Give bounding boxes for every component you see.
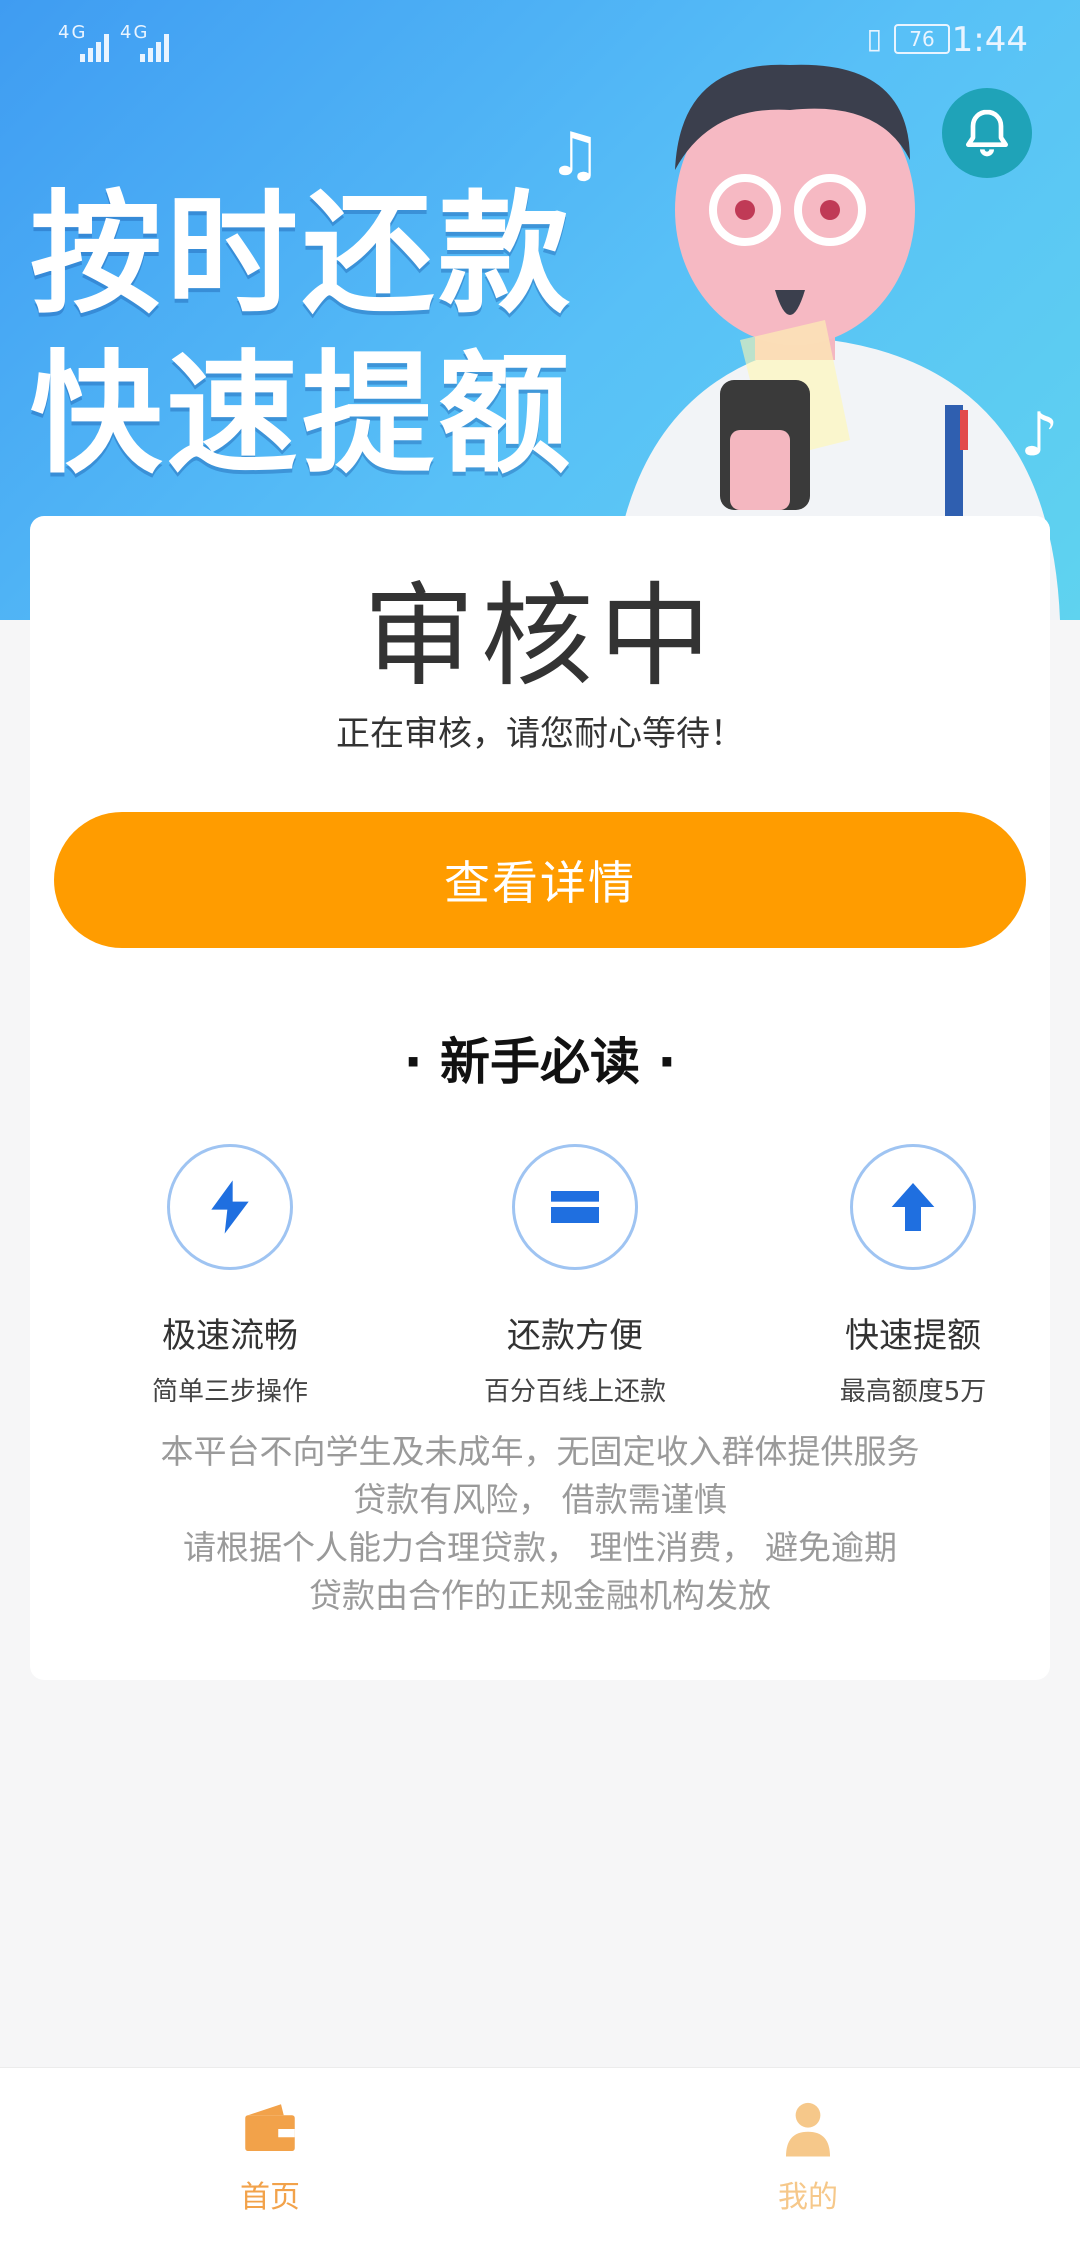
- tab-home[interactable]: 首页: [170, 2096, 370, 2216]
- review-status-subtitle: 正在审核，请您耐心等待！: [336, 714, 744, 754]
- risk-notice: 本平台不向学生及未成年，无固定收入群体提供服务 贷款有风险， 借款需谨慎 请根据…: [30, 1428, 1050, 1620]
- feature-limit[interactable]: 快速提额 最高额度5万: [763, 1144, 1063, 1408]
- banner-headline-2: 快速提额: [30, 338, 574, 492]
- wallet-icon: [245, 2104, 295, 2151]
- vibrate-icon: ▯: [866, 22, 882, 55]
- feature-icon-circle: [512, 1144, 638, 1270]
- card-icon: [551, 1191, 599, 1223]
- tab-mine[interactable]: 我的: [708, 2096, 908, 2216]
- signal-strength-icon: [80, 24, 112, 62]
- status-card: 审核中 正在审核，请您耐心等待！ 查看详情 · 新手必读 · 极速流畅 简单三步…: [30, 516, 1050, 1680]
- feature-icon-circle: [850, 1144, 976, 1270]
- bell-icon: [966, 109, 1008, 157]
- review-status-title: 审核中: [363, 572, 717, 702]
- lightning-icon: [211, 1180, 249, 1234]
- feature-name: 快速提额: [845, 1316, 981, 1356]
- tab-mine-label: 我的: [778, 2180, 838, 2215]
- arrow-up-icon: [891, 1183, 935, 1231]
- signal-strength-icon: [140, 24, 172, 62]
- notice-line: 贷款由合作的正规金融机构发放: [309, 1576, 771, 1615]
- feature-name: 还款方便: [507, 1316, 643, 1356]
- banner-headline-1: 按时还款: [30, 178, 574, 332]
- view-details-button[interactable]: 查看详情: [54, 812, 1026, 948]
- notice-line: 请根据个人能力合理贷款， 理性消费， 避免逾期: [183, 1528, 897, 1567]
- status-bar: 4G 4G ▯ 76 1:44: [0, 0, 1080, 80]
- notification-bell-button[interactable]: [942, 88, 1032, 178]
- notice-line: 贷款有风险， 借款需谨慎: [353, 1480, 727, 1519]
- feature-desc: 百分百线上还款: [483, 1377, 666, 1407]
- feature-repay[interactable]: 还款方便 百分百线上还款: [425, 1144, 725, 1408]
- feature-name: 极速流畅: [162, 1316, 298, 1356]
- user-icon: [786, 2102, 830, 2157]
- feature-fast[interactable]: 极速流畅 简单三步操作: [80, 1144, 380, 1408]
- clock: 1:44: [951, 20, 1028, 60]
- tab-home-label: 首页: [240, 2180, 300, 2215]
- feature-icon-circle: [167, 1144, 293, 1270]
- beginner-guide-title: · 新手必读 ·: [403, 1033, 677, 1091]
- feature-desc: 最高额度5万: [839, 1377, 987, 1407]
- battery-indicator: 76: [894, 24, 950, 54]
- bottom-tab-bar: 首页 我的: [0, 2067, 1080, 2244]
- music-note-icon: ♪: [1020, 400, 1059, 470]
- feature-desc: 简单三步操作: [151, 1377, 308, 1407]
- notice-line: 本平台不向学生及未成年，无固定收入群体提供服务: [160, 1432, 920, 1471]
